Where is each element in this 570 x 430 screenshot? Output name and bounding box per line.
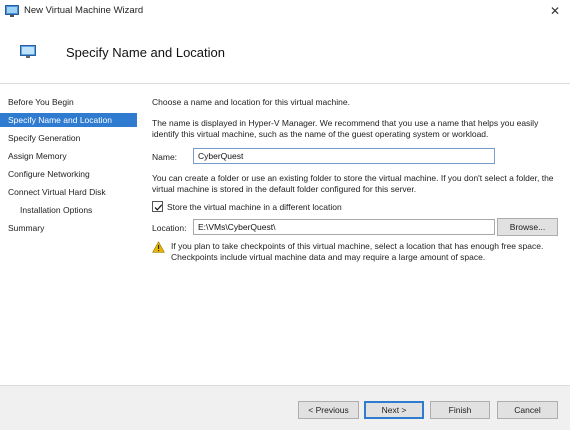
sidebar-item-label: Specify Generation — [8, 133, 81, 143]
sidebar-item-label: Before You Begin — [8, 97, 74, 107]
close-button[interactable]: ✕ — [540, 0, 570, 22]
sidebar-item-specify-name-and-location[interactable]: Specify Name and Location — [0, 113, 137, 127]
warning-icon — [152, 241, 165, 253]
sidebar-item-label: Connect Virtual Hard Disk — [8, 187, 106, 197]
location-label: Location: — [152, 223, 187, 233]
sidebar-item-specify-generation[interactable]: Specify Generation — [0, 131, 137, 145]
name-help-text: The name is displayed in Hyper-V Manager… — [152, 118, 539, 139]
window-title: New Virtual Machine Wizard — [24, 5, 144, 16]
sidebar-item-configure-networking[interactable]: Configure Networking — [0, 167, 137, 181]
browse-button[interactable]: Browse... — [497, 218, 558, 236]
cancel-button[interactable]: Cancel — [497, 401, 558, 419]
intro-text: Choose a name and location for this virt… — [152, 97, 350, 107]
page-title: Specify Name and Location — [66, 45, 225, 60]
monitor-icon — [20, 45, 36, 58]
checkpoint-warning-text: If you plan to take checkpoints of this … — [171, 241, 544, 262]
sidebar-item-connect-virtual-hard-disk[interactable]: Connect Virtual Hard Disk — [0, 185, 137, 199]
sidebar-item-summary[interactable]: Summary — [0, 221, 137, 235]
sidebar-item-assign-memory[interactable]: Assign Memory — [0, 149, 137, 163]
close-icon: ✕ — [549, 4, 561, 18]
store-location-label: Store the virtual machine in a different… — [167, 202, 342, 212]
sidebar-item-before-you-begin[interactable]: Before You Begin — [0, 95, 137, 109]
name-input[interactable] — [193, 148, 495, 164]
wizard-content: Choose a name and location for this virt… — [152, 85, 562, 385]
sidebar-item-label: Assign Memory — [8, 151, 67, 161]
next-button[interactable]: Next > — [364, 401, 424, 419]
sidebar-item-label: Configure Networking — [8, 169, 90, 179]
sidebar-item-label: Summary — [8, 223, 45, 233]
name-label: Name: — [152, 152, 178, 162]
previous-button[interactable]: < Previous — [298, 401, 359, 419]
checkmark-icon — [154, 204, 163, 211]
title-bar: New Virtual Machine Wizard ✕ — [0, 0, 570, 22]
finish-button[interactable]: Finish — [430, 401, 490, 419]
store-location-checkbox[interactable] — [152, 201, 163, 212]
sidebar-item-label: Installation Options — [20, 205, 93, 215]
location-input[interactable] — [193, 219, 495, 235]
sidebar-item-label: Specify Name and Location — [8, 115, 112, 125]
folder-help-text: You can create a folder or use an existi… — [152, 173, 554, 194]
wizard-header: Specify Name and Location — [0, 22, 570, 84]
hyperv-app-icon — [5, 5, 19, 17]
wizard-steps-sidebar: Before You Begin Specify Name and Locati… — [0, 85, 140, 385]
wizard-footer: < Previous Next > Finish Cancel — [0, 385, 570, 430]
sidebar-item-installation-options[interactable]: Installation Options — [0, 203, 137, 217]
